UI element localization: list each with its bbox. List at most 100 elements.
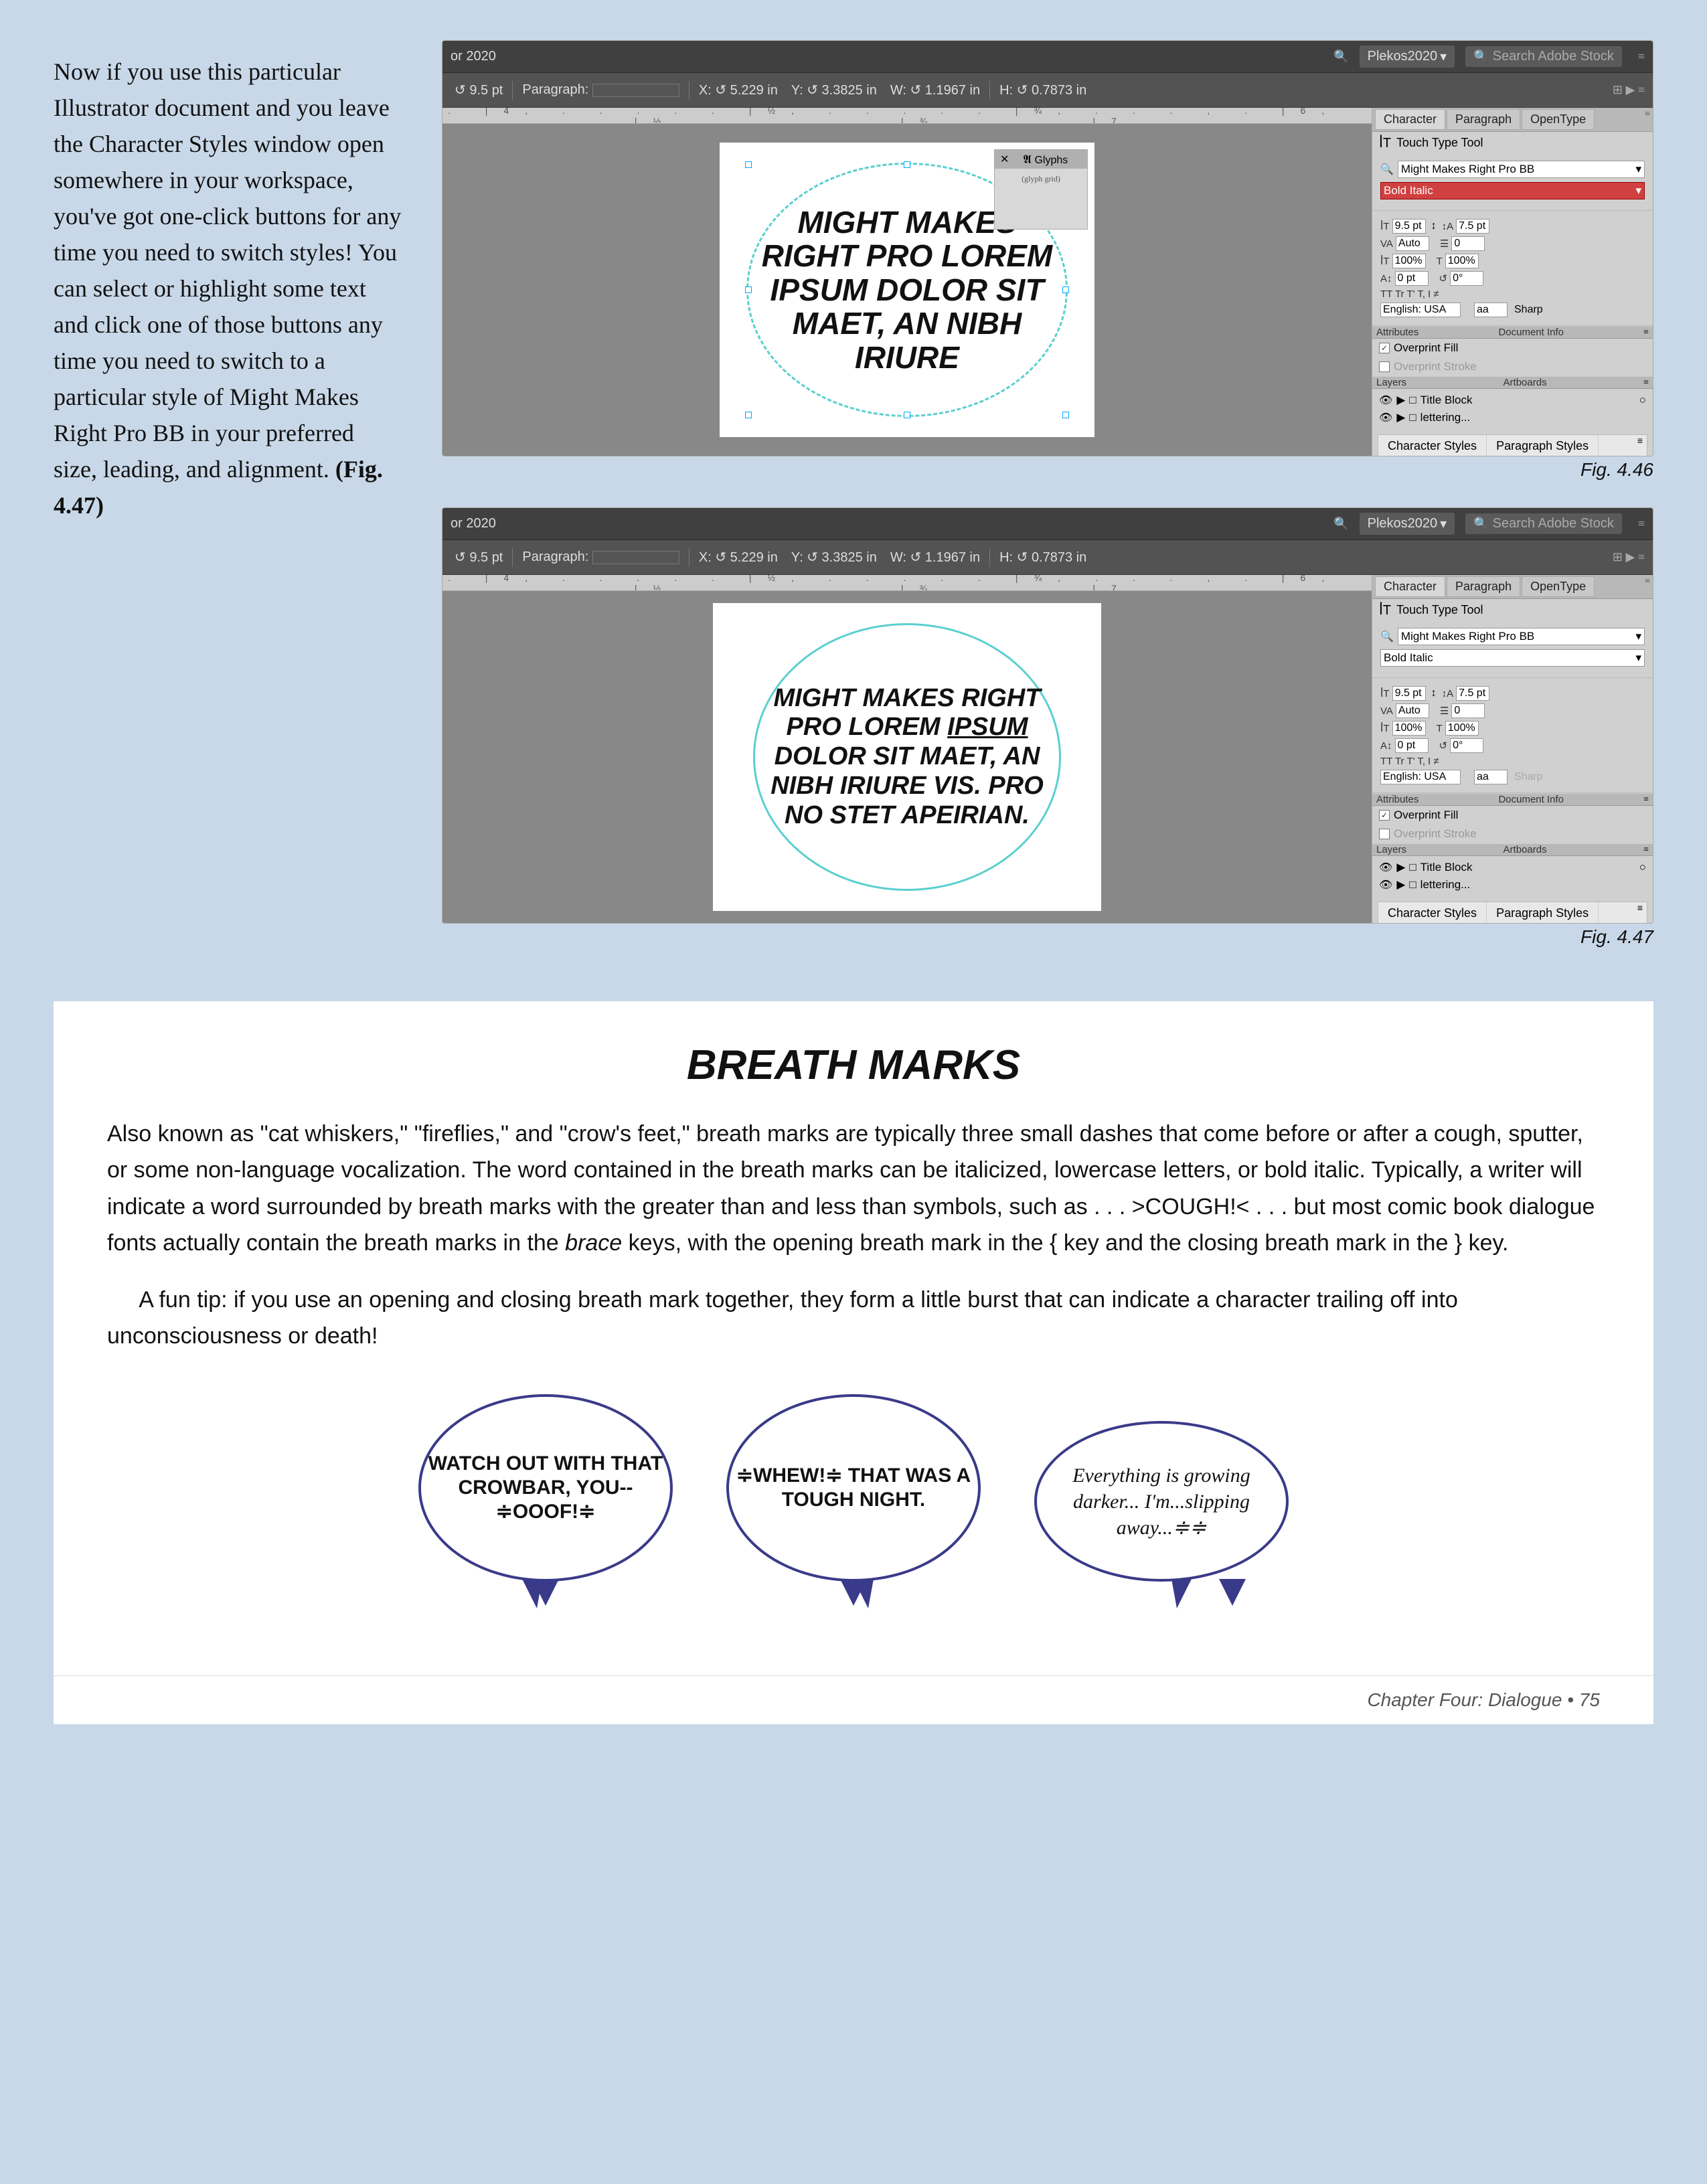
vscale-input-47[interactable]: 100%: [1392, 721, 1426, 736]
breath-body-1: Also known as "cat whiskers," "fireflies…: [107, 1116, 1600, 1262]
baseline-input-46[interactable]: 0 pt: [1395, 271, 1429, 286]
tab-opentype-47[interactable]: OpenType: [1522, 576, 1595, 597]
handle-ml[interactable]: [745, 286, 752, 293]
attributes-menu-46[interactable]: ≡: [1643, 327, 1649, 338]
font-size-46[interactable]: ↺ 9.5 pt: [451, 80, 507, 100]
layers-menu-47[interactable]: ≡: [1643, 845, 1649, 855]
right-panel-47: Character Paragraph OpenType ≡ ꟾT Touch …: [1372, 575, 1653, 923]
ellipse-container-47: MIGHT MAKES RIGHT PRO LOREM IPSUM DOLOR …: [753, 623, 1061, 891]
font-style-dropdown-46[interactable]: Bold Italic ▾: [1380, 182, 1645, 199]
bubble-2-wrapper: ≑WHEW!≑ THAT WAS A TOUGH NIGHT.: [726, 1394, 981, 1608]
y-coord-46: Y: ↺ 3.3825 in: [787, 80, 881, 100]
dropdown-arrow-47: ▾: [1635, 630, 1641, 643]
font-dropdown-47[interactable]: Might Makes Right Pro BB ▾: [1398, 628, 1645, 645]
char-styles-tab-46[interactable]: Character Styles: [1378, 435, 1487, 456]
language-input-47[interactable]: English: USA: [1380, 770, 1461, 784]
pt-input-46[interactable]: 9.5 pt: [1392, 219, 1426, 234]
hscale-input-46[interactable]: 100%: [1445, 254, 1479, 268]
layers-divider-47: Layers Artboards ≡: [1372, 843, 1653, 856]
handle-br[interactable]: [1062, 412, 1069, 418]
panel-menu-icon-47[interactable]: ≡: [1645, 576, 1650, 597]
font-name-46: Might Makes Right Pro BB: [1401, 163, 1534, 176]
char-styles-tab-47[interactable]: Character Styles: [1378, 902, 1487, 924]
hscale-input-47[interactable]: 100%: [1445, 721, 1479, 736]
y-coord-47: Y: ↺ 3.3825 in: [787, 548, 881, 567]
overprint-fill-checkbox-47[interactable]: [1379, 810, 1390, 821]
overprint-fill-checkbox-46[interactable]: [1379, 343, 1390, 353]
paragraph-46: Paragraph:: [518, 81, 683, 99]
char-styles-float-47: Character Styles Paragraph Styles ≡ [Nor…: [1375, 899, 1650, 924]
search-adobe-stock-47[interactable]: 🔍 Search Adobe Stock: [1465, 513, 1622, 534]
kerning-input-47[interactable]: Auto: [1396, 703, 1429, 718]
kerning-row-47: VA Auto ☰ 0: [1380, 702, 1645, 720]
sep-3: [989, 81, 990, 100]
rotation-input-46[interactable]: 0°: [1450, 271, 1483, 286]
tab-character-46[interactable]: Character: [1375, 109, 1445, 130]
tracking-input-47[interactable]: 0: [1451, 703, 1485, 718]
lang-row-46: English: USA aa Sharp: [1380, 301, 1645, 319]
para-styles-tab-47[interactable]: Paragraph Styles: [1487, 902, 1599, 924]
overprint-fill-label-47: Overprint Fill: [1394, 809, 1458, 822]
touch-type-icon-46: ꟾT: [1379, 135, 1391, 151]
sep-1-47: [512, 548, 513, 567]
chevron-down-icon: ▾: [1440, 48, 1447, 65]
handle-mr[interactable]: [1062, 286, 1069, 293]
tab-opentype-46[interactable]: OpenType: [1522, 109, 1595, 130]
kerning-row-46: VA Auto ☰ 0: [1380, 235, 1645, 252]
lang-row-47: English: USA aa Sharp: [1380, 768, 1645, 786]
para-styles-tab-46[interactable]: Paragraph Styles: [1487, 435, 1599, 456]
leading-input-46[interactable]: 7.5 pt: [1456, 219, 1489, 234]
handle-tl[interactable]: [745, 161, 752, 168]
handle-tm[interactable]: [904, 161, 910, 168]
font-dropdown-46[interactable]: Might Makes Right Pro BB ▾: [1398, 161, 1645, 178]
toolbar-47: ↺ 9.5 pt Paragraph: X: ↺ 5.229 in Y: ↺ 3…: [442, 540, 1653, 575]
canvas-column-47: . |4, . . . . . |½, . . . . . |¾, . . . …: [442, 575, 1372, 923]
sep-1: [512, 81, 513, 100]
font-size-row-46: ꟾT 9.5 pt ↕ ↕A 7.5 pt: [1380, 218, 1645, 235]
workspace-46[interactable]: Plekos2020 ▾: [1360, 46, 1455, 68]
tracking-input-46[interactable]: 0: [1451, 236, 1485, 251]
tab-paragraph-46[interactable]: Paragraph: [1447, 109, 1520, 130]
char-styles-menu-47[interactable]: ≡: [1633, 902, 1647, 924]
close-icon-glyph[interactable]: ✕: [1000, 153, 1009, 166]
search-adobe-label-47: Search Adobe Stock: [1493, 516, 1614, 531]
overprint-stroke-checkbox-47[interactable]: [1379, 829, 1390, 839]
overprint-stroke-checkbox-46[interactable]: [1379, 361, 1390, 372]
doc-info-label-47: Document Info: [1498, 794, 1564, 805]
kerning-input-46[interactable]: Auto: [1396, 236, 1429, 251]
rotation-input-47[interactable]: 0°: [1450, 738, 1483, 753]
canvas-white-47: MIGHT MAKES RIGHT PRO LOREM IPSUM DOLOR …: [713, 603, 1101, 911]
layers-label-47: Layers: [1376, 844, 1406, 855]
bubble-1-wrapper: WATCH OUT WITH THAT CROWBAR, YOU-- ≑OOOF…: [418, 1394, 673, 1608]
fig-caption-46: Fig. 4.46: [442, 459, 1653, 481]
layers-menu-46[interactable]: ≡: [1643, 377, 1649, 388]
font-size-47[interactable]: ↺ 9.5 pt: [451, 548, 507, 567]
char-styles-menu-46[interactable]: ≡: [1633, 435, 1647, 456]
search-adobe-stock-46[interactable]: 🔍 Search Adobe Stock: [1465, 46, 1622, 67]
leading-input-47[interactable]: 7.5 pt: [1456, 686, 1489, 701]
artboard-eye-46: 👁 ▶ □ Title Block ○: [1379, 392, 1646, 409]
tab-character-47[interactable]: Character: [1375, 576, 1445, 597]
vscale-input-46[interactable]: 100%: [1392, 254, 1426, 268]
attributes-menu-47[interactable]: ≡: [1643, 794, 1649, 805]
speech-bubble-3: Everything is growing darker... I'm...sl…: [1034, 1421, 1289, 1582]
artboards-label-46: Artboards: [1503, 377, 1547, 388]
pt-input-47[interactable]: 9.5 pt: [1392, 686, 1426, 701]
workspace-47[interactable]: Plekos2020 ▾: [1360, 513, 1455, 535]
handle-bm[interactable]: [904, 412, 910, 418]
font-name-47: Might Makes Right Pro BB: [1401, 630, 1534, 643]
aa-input-47[interactable]: aa: [1474, 770, 1508, 784]
tab-paragraph-47[interactable]: Paragraph: [1447, 576, 1520, 597]
scale-row-46: ꟾT 100% T 100%: [1380, 252, 1645, 270]
illustrator-window-46: or 2020 🔍 Plekos2020 ▾ 🔍 Search Adobe St…: [442, 40, 1653, 456]
style-arrow-47: ▾: [1635, 651, 1641, 665]
canvas-column-46: . |4, . . . . . |½, . . . . . |¾, . . . …: [442, 108, 1372, 456]
language-input-46[interactable]: English: USA: [1380, 303, 1461, 317]
aa-input-46[interactable]: aa: [1474, 303, 1508, 317]
baseline-input-47[interactable]: 0 pt: [1395, 738, 1429, 753]
toolbar-46: ↺ 9.5 pt Paragraph: X: ↺ 5.229 in Y: ↺ 3…: [442, 73, 1653, 108]
font-style-dropdown-47[interactable]: Bold Italic ▾: [1380, 649, 1645, 667]
panel-menu-icon-46[interactable]: ≡: [1645, 109, 1650, 130]
handle-bl[interactable]: [745, 412, 752, 418]
artboards-content-46: 👁 ▶ □ Title Block ○ 👁 ▶: [1372, 389, 1653, 429]
